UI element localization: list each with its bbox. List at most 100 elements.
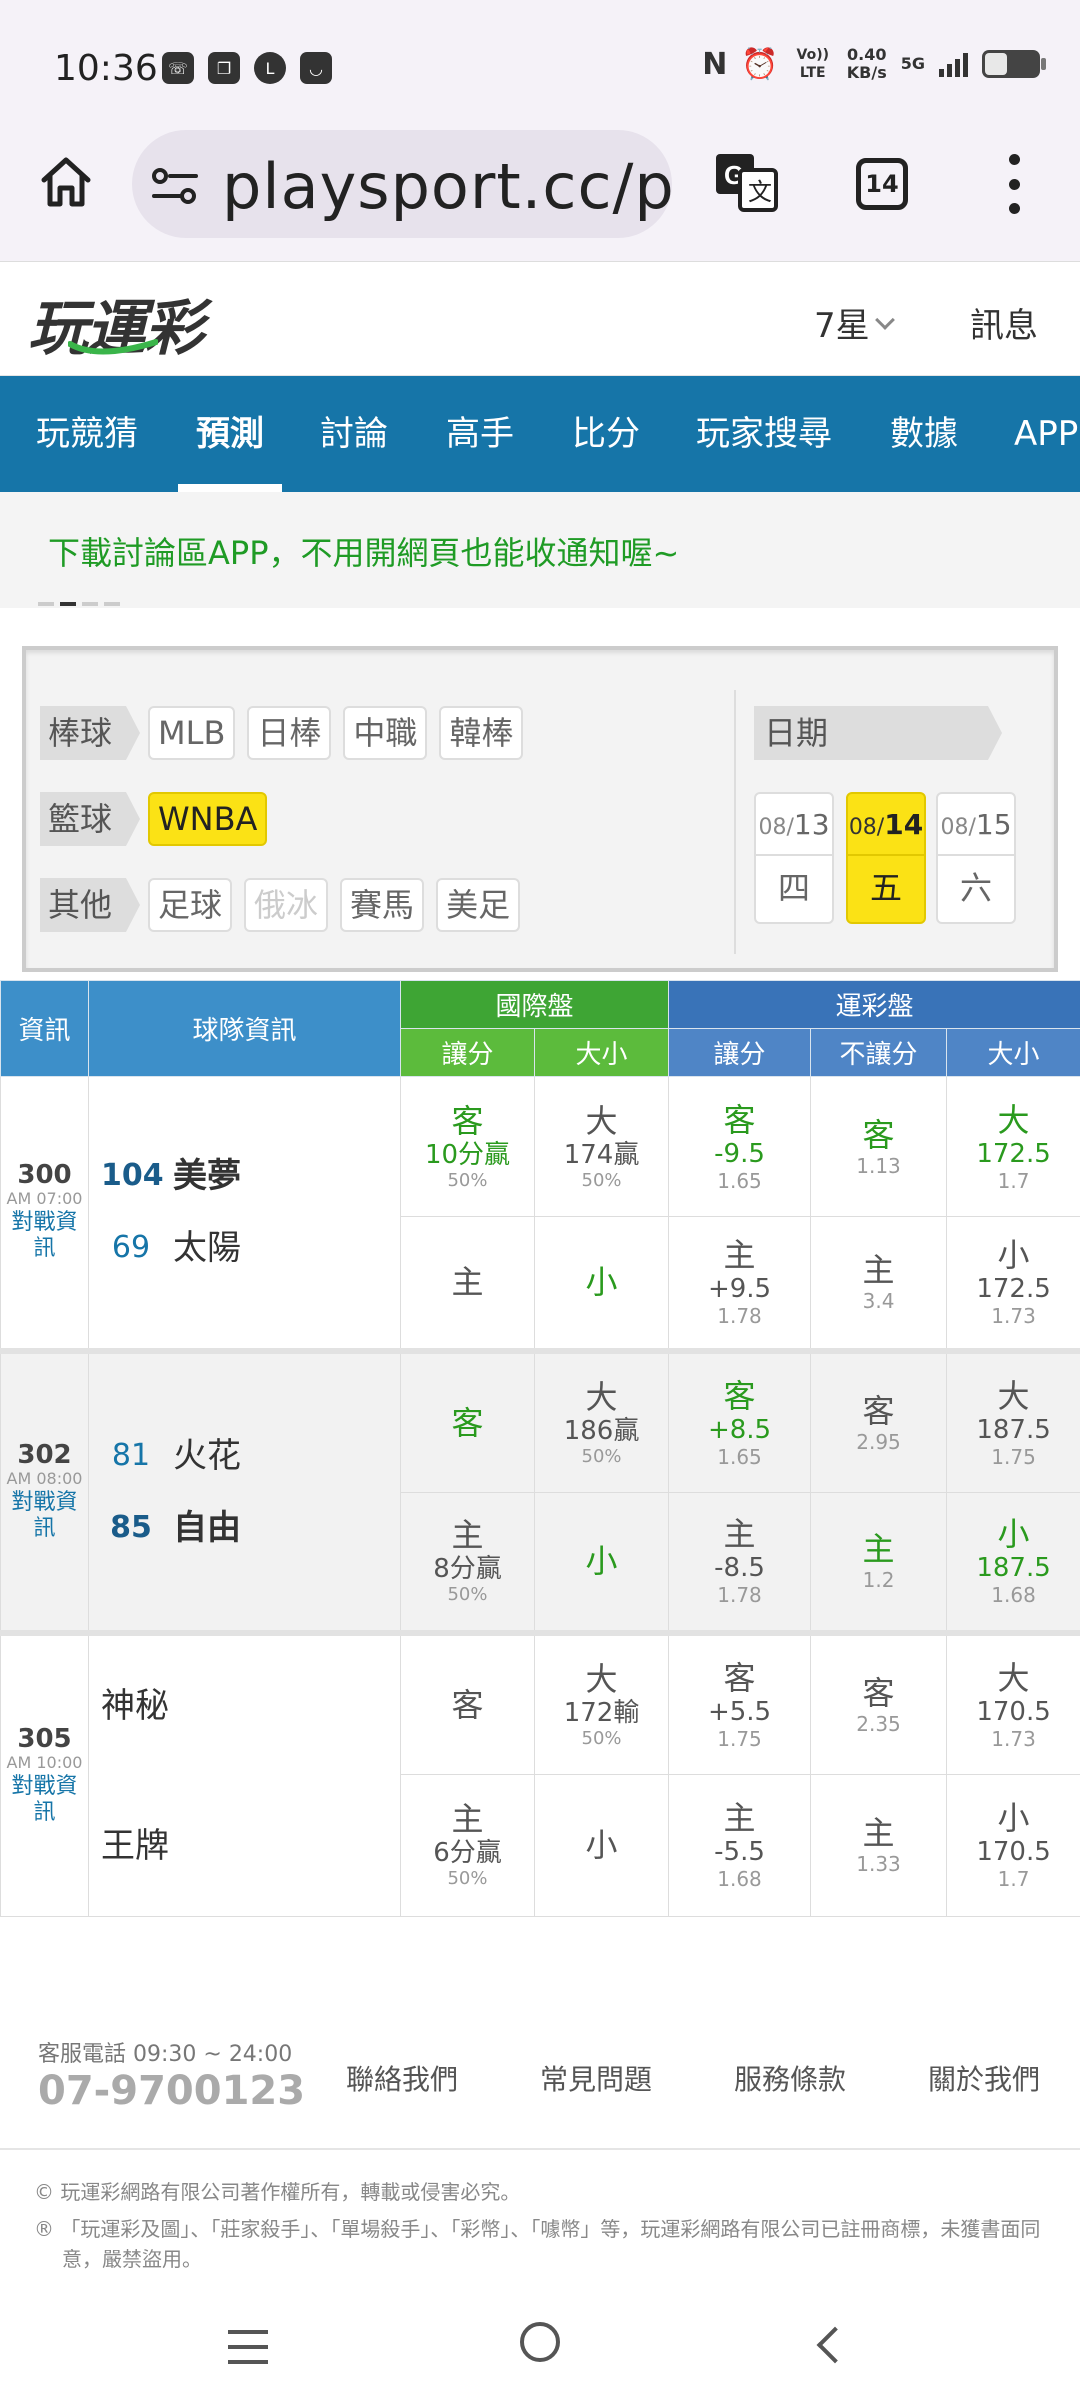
back-icon[interactable] — [816, 2326, 854, 2364]
spread-away-cell[interactable]: 客 +5.5 1.75 — [668, 1629, 812, 1775]
moneyline-home-cell[interactable]: 主 3.4 — [810, 1216, 948, 1351]
game-number: 300 — [17, 1160, 72, 1191]
intl-spread-away-cell[interactable]: 客 — [400, 1629, 535, 1775]
matchup-info-link[interactable]: 對戰資訊 — [1, 1774, 88, 1826]
lottery-dropdown[interactable]: 7星 — [814, 298, 895, 347]
intl-spread-home-cell[interactable]: 主 6分贏 50% — [400, 1773, 535, 1917]
total-under-cell[interactable]: 小 187.5 1.68 — [946, 1492, 1080, 1633]
lottery-dropdown-label: 7星 — [814, 306, 870, 346]
intl-total-under-cell[interactable]: 小 — [533, 1773, 670, 1917]
system-nav-bar — [0, 2300, 1080, 2400]
header-total: 大小 — [946, 1028, 1080, 1077]
league-chip-horse-racing[interactable]: 賽馬 — [340, 878, 425, 932]
away-team-name[interactable]: 火花 — [173, 1438, 241, 1474]
nav-item-experts[interactable]: 高手 — [446, 376, 514, 492]
pick: 主 — [862, 1251, 895, 1290]
nav-item-discussion[interactable]: 討論 — [320, 376, 388, 492]
total-over-cell[interactable]: 大 187.5 1.75 — [946, 1347, 1080, 1493]
site-settings-icon[interactable] — [152, 166, 198, 206]
league-chip-nfl[interactable]: 美足 — [436, 878, 521, 932]
league-chip-kbo[interactable]: 韓棒 — [439, 706, 524, 760]
translate-icon[interactable]: G 文 — [714, 150, 778, 214]
intl-total-under-cell[interactable]: 小 — [533, 1492, 670, 1633]
recent-apps-icon[interactable] — [228, 2330, 268, 2364]
footer-link-about[interactable]: 關於我們 — [928, 2058, 1040, 2098]
header-spread: 讓分 — [668, 1028, 812, 1077]
result: 10分贏 — [424, 1139, 511, 1170]
moneyline-home-cell[interactable]: 主 1.2 — [810, 1492, 948, 1633]
intl-spread-away-cell[interactable]: 客 10分贏 50% — [400, 1076, 535, 1217]
home-team-name[interactable]: 王牌 — [101, 1828, 169, 1864]
spread-home-cell[interactable]: 主 -5.5 1.68 — [668, 1773, 812, 1917]
intl-total-over-cell[interactable]: 大 174贏 50% — [533, 1076, 670, 1217]
home-team-name[interactable]: 太陽 — [173, 1230, 241, 1266]
odds: 1.65 — [717, 1168, 762, 1193]
customer-service-label: 客服電話 09:30 ~ 24:00 — [38, 2042, 293, 2067]
nav-item-app[interactable]: APP — [1014, 376, 1078, 492]
percent: 50% — [581, 1445, 622, 1467]
league-chip-cpbl[interactable]: 中職 — [343, 706, 428, 760]
nav-item-guess[interactable]: 玩競猜 — [36, 376, 138, 492]
date-cell-0814[interactable]: 08/14 五 — [846, 792, 926, 924]
matchup-info-link[interactable]: 對戰資訊 — [1, 1490, 88, 1542]
total-over-cell[interactable]: 大 170.5 1.73 — [946, 1629, 1080, 1775]
moneyline-away-cell[interactable]: 客 2.35 — [810, 1629, 948, 1775]
matchup-info-link[interactable]: 對戰資訊 — [1, 1210, 88, 1262]
address-bar[interactable]: playsport.cc/p — [132, 130, 672, 238]
signal-icon — [939, 51, 968, 77]
date-cell-0815[interactable]: 08/15 六 — [936, 792, 1016, 924]
footer-link-contact[interactable]: 聯絡我們 — [346, 2058, 458, 2098]
moneyline-home-cell[interactable]: 主 1.33 — [810, 1773, 948, 1917]
pick: 客 — [451, 1403, 484, 1442]
league-chip-mlb[interactable]: MLB — [148, 706, 236, 760]
spread-away-cell[interactable]: 客 -9.5 1.65 — [668, 1076, 812, 1217]
pick: 客 — [862, 1673, 895, 1712]
moneyline-away-cell[interactable]: 客 2.95 — [810, 1347, 948, 1493]
away-team-name[interactable]: 美夢 — [173, 1158, 241, 1194]
home-team-name[interactable]: 自由 — [173, 1510, 241, 1546]
nav-item-data[interactable]: 數據 — [890, 376, 958, 492]
away-team-name[interactable]: 神秘 — [101, 1688, 169, 1724]
footer-link-faq[interactable]: 常見問題 — [540, 2058, 652, 2098]
total-over-cell[interactable]: 大 172.5 1.7 — [946, 1076, 1080, 1217]
status-bar: 10:36 ☏ ❐ L ◡ N ⏰ Vo)) LTE 0.40 KB/s 5G — [0, 0, 1080, 130]
league-chip-soccer[interactable]: 足球 — [148, 878, 233, 932]
intl-total-under-cell[interactable]: 小 — [533, 1216, 670, 1351]
moneyline-away-cell[interactable]: 客 1.13 — [810, 1076, 948, 1217]
intl-total-over-cell[interactable]: 大 172輸 50% — [533, 1629, 670, 1775]
messages-link[interactable]: 訊息 — [970, 298, 1038, 347]
date-cell-0813[interactable]: 08/13 四 — [754, 792, 834, 924]
system-home-icon[interactable] — [520, 2322, 560, 2362]
league-chip-wnba[interactable]: WNBA — [148, 792, 268, 846]
intl-spread-away-cell[interactable]: 客 — [400, 1347, 535, 1493]
promo-banner[interactable]: 下載討論區APP，不用開網頁也能收通知喔~ — [0, 492, 1080, 608]
customer-service-phone[interactable]: 07-9700123 — [38, 2068, 305, 2114]
intl-total-over-cell[interactable]: 大 186贏 50% — [533, 1347, 670, 1493]
home-icon[interactable] — [36, 152, 96, 212]
pick: 大 — [997, 1658, 1030, 1697]
site-header: 玩運彩 7星 訊息 — [0, 262, 1080, 376]
pick: 小 — [997, 1236, 1030, 1275]
notification-icons: ☏ ❐ L ◡ — [162, 52, 332, 84]
intl-spread-home-cell[interactable]: 主 — [400, 1216, 535, 1351]
total-under-cell[interactable]: 小 172.5 1.73 — [946, 1216, 1080, 1351]
league-chip-npb[interactable]: 日棒 — [247, 706, 332, 760]
spread-away-cell[interactable]: 客 +8.5 1.65 — [668, 1347, 812, 1493]
more-options-icon[interactable] — [1000, 154, 1028, 214]
spread-home-cell[interactable]: 主 +9.5 1.78 — [668, 1216, 812, 1351]
footer-link-terms[interactable]: 服務條款 — [734, 2058, 846, 2098]
spread-home-cell[interactable]: 主 -8.5 1.78 — [668, 1492, 812, 1633]
nav-item-prediction[interactable]: 預測 — [178, 376, 282, 492]
game-time: AM 10:00 — [6, 1752, 83, 1772]
intl-spread-home-cell[interactable]: 主 8分贏 50% — [400, 1492, 535, 1633]
net-speed-unit: KB/s — [846, 63, 887, 82]
line: 172.5 — [976, 1274, 1051, 1305]
pick: 主 — [451, 1516, 484, 1555]
odds: 1.73 — [991, 1304, 1036, 1329]
nav-item-player-search[interactable]: 玩家搜尋 — [696, 376, 832, 492]
nav-item-scores[interactable]: 比分 — [572, 376, 640, 492]
line: -5.5 — [714, 1837, 765, 1868]
pick: 客 — [723, 1658, 756, 1697]
tab-switcher-button[interactable]: 14 — [856, 158, 908, 210]
total-under-cell[interactable]: 小 170.5 1.7 — [946, 1773, 1080, 1917]
